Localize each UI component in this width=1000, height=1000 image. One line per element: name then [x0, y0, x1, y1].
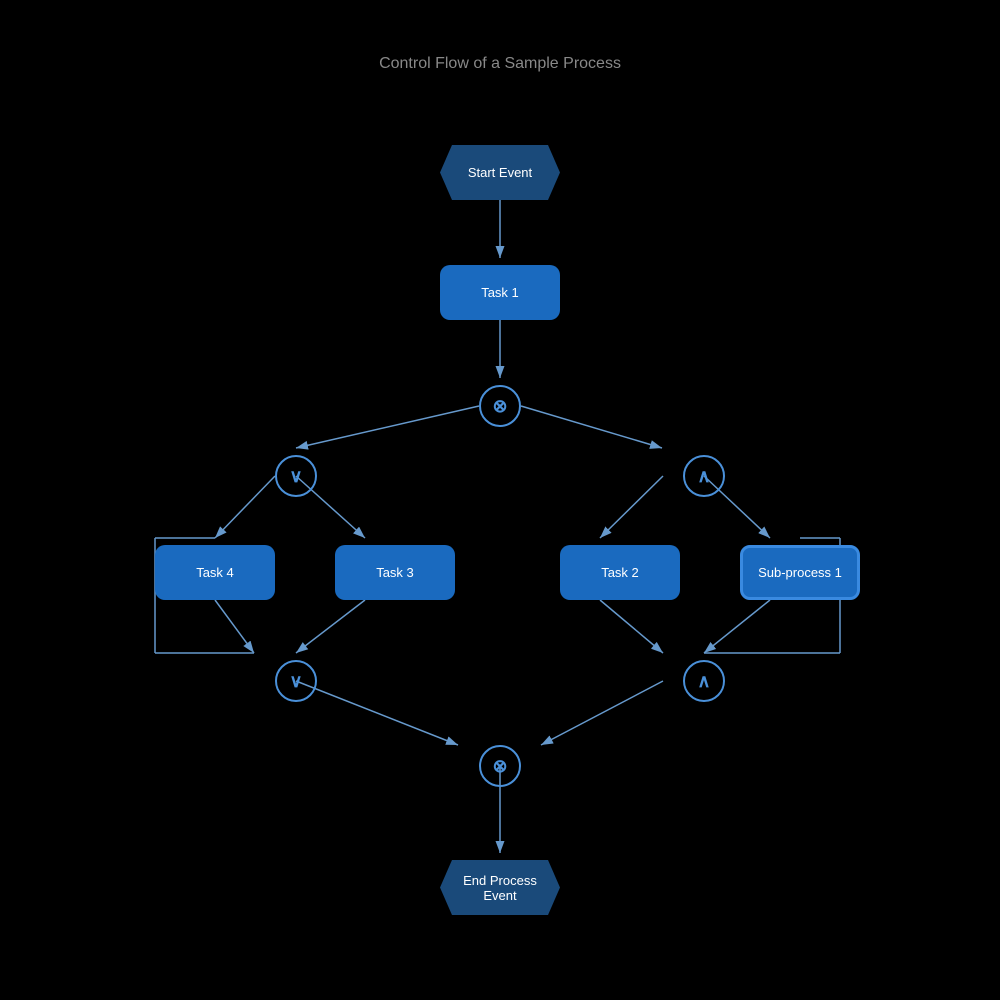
- subprocess1-label: Sub-process 1: [758, 565, 842, 580]
- start-event-label: Start Event: [468, 165, 532, 180]
- diagram-container: Control Flow of a Sample Process: [0, 0, 1000, 1000]
- task3-node: Task 3: [335, 545, 455, 600]
- task2-node: Task 2: [560, 545, 680, 600]
- subprocess1-node: Sub-process 1: [740, 545, 860, 600]
- end-event-label: End ProcessEvent: [463, 873, 537, 903]
- task4-label: Task 4: [196, 565, 234, 580]
- xor-gateway2-node: ⊗: [479, 745, 521, 787]
- end-event-node: End ProcessEvent: [440, 860, 560, 915]
- xor-gateway1-node: ⊗: [479, 385, 521, 427]
- diagram-title: Control Flow of a Sample Process: [0, 55, 1000, 73]
- start-event-node: Start Event: [440, 145, 560, 200]
- or-gateway2-symbol: ∨: [289, 671, 302, 692]
- task1-node: Task 1: [440, 265, 560, 320]
- and-gateway2-node: ∧: [683, 660, 725, 702]
- task1-label: Task 1: [481, 285, 519, 300]
- or-gateway1-symbol: ∨: [289, 466, 302, 487]
- xor-gateway1-symbol: ⊗: [492, 396, 507, 417]
- and-gateway2-symbol: ∧: [697, 671, 710, 692]
- and-gateway1-symbol: ∧: [697, 466, 710, 487]
- task2-label: Task 2: [601, 565, 639, 580]
- or-gateway1-node: ∨: [275, 455, 317, 497]
- task4-node: Task 4: [155, 545, 275, 600]
- xor-gateway2-symbol: ⊗: [492, 756, 507, 777]
- and-gateway1-node: ∧: [683, 455, 725, 497]
- task3-label: Task 3: [376, 565, 414, 580]
- or-gateway2-node: ∨: [275, 660, 317, 702]
